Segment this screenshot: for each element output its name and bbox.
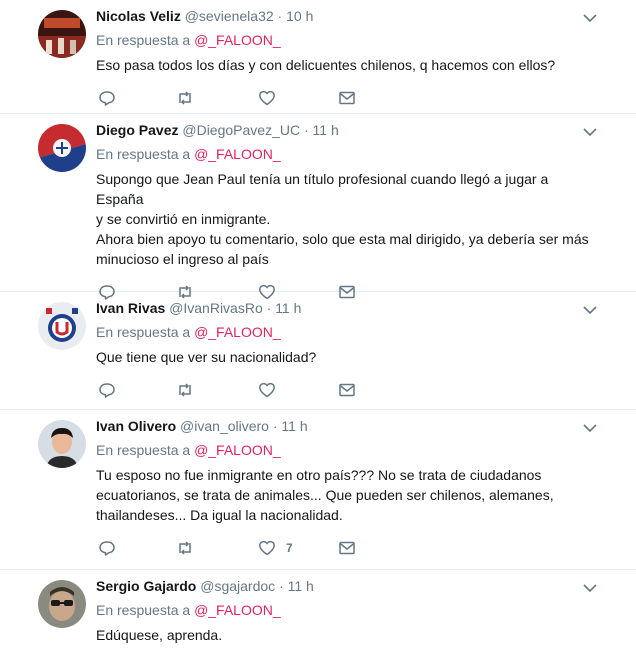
chevron-down-icon[interactable] <box>582 302 598 318</box>
retweet-button[interactable] <box>176 539 194 557</box>
tweet-text: Supongo que Jean Paul tenía un título pr… <box>96 169 596 269</box>
tweet-actions: 7 <box>96 539 596 559</box>
username[interactable]: @IvanRivasRo <box>169 300 263 316</box>
chevron-down-icon[interactable] <box>582 580 598 596</box>
reply-context: En respuesta a @_FALOON_ <box>96 440 596 460</box>
reply-to-link[interactable]: @_FALOON_ <box>194 146 281 162</box>
heart-icon <box>259 90 275 106</box>
envelope-icon <box>339 541 355 555</box>
tweet[interactable]: Ivan Olivero @ivan_olivero · 11 h En res… <box>0 410 636 570</box>
reply-prefix: En respuesta a <box>96 602 191 618</box>
retweet-button[interactable] <box>176 381 194 399</box>
username[interactable]: @ivan_olivero <box>180 418 269 434</box>
reply-button[interactable] <box>98 539 116 557</box>
reply-prefix: En respuesta a <box>96 324 191 340</box>
separator-dot: · <box>277 8 283 24</box>
separator-dot: · <box>279 578 284 594</box>
tweet-text-line: Ahora bien apoyo tu comentario, solo que… <box>96 231 589 247</box>
tweet-text: Edúquese, aprenda. <box>96 625 596 645</box>
reply-icon <box>99 383 115 398</box>
display-name[interactable]: Ivan Olivero <box>96 418 176 434</box>
avatar[interactable] <box>38 124 86 172</box>
avatar[interactable] <box>38 10 86 58</box>
separator-dot: · <box>303 122 309 138</box>
tweet-text-line: minucioso el ingreso al país <box>96 251 269 267</box>
tweet-actions <box>96 381 596 401</box>
tweet-text-line: Tu esposo no fue inmigrante en otro país… <box>96 467 542 483</box>
tweet-text-line: Supongo que Jean Paul tenía un título pr… <box>96 171 549 207</box>
tweet[interactable]: Ivan Rivas @IvanRivasRo · 11 h En respue… <box>0 292 636 410</box>
display-name[interactable]: Nicolas Veliz <box>96 8 181 24</box>
reply-icon <box>99 541 115 556</box>
envelope-icon <box>339 383 355 397</box>
tweet[interactable]: Diego Pavez @DiegoPavez_UC · 11 h En res… <box>0 114 636 300</box>
username[interactable]: @sevienela32 <box>185 8 274 24</box>
tweet-header: Nicolas Veliz @sevienela32 · 10 h <box>96 0 596 26</box>
retweet-icon <box>179 541 191 555</box>
tweet-text-line: ecuatorianos, se trata de animales... Qu… <box>96 487 554 503</box>
tweet-header: Sergio Gajardo @sgajardoc · 11 h <box>96 570 596 596</box>
reply-prefix: En respuesta a <box>96 32 191 48</box>
timestamp[interactable]: 11 h <box>275 300 301 316</box>
tweet-actions <box>96 89 596 109</box>
display-name[interactable]: Diego Pavez <box>96 122 178 138</box>
retweet-icon <box>179 383 191 397</box>
tweet-text-line: y se convirtió en inmigrante. <box>96 211 271 227</box>
reply-to-link[interactable]: @_FALOON_ <box>194 442 281 458</box>
tweet-text-line: Edúquese, aprenda. <box>96 627 223 643</box>
reply-button[interactable] <box>98 381 116 399</box>
like-button[interactable] <box>258 381 286 399</box>
retweet-icon <box>179 91 191 105</box>
reply-button[interactable] <box>98 89 116 107</box>
chevron-down-icon[interactable] <box>582 420 598 436</box>
timestamp[interactable]: 11 h <box>288 578 314 594</box>
reply-to-link[interactable]: @_FALOON_ <box>194 602 281 618</box>
timestamp[interactable]: 10 h <box>286 8 313 24</box>
separator-dot: · <box>272 418 278 434</box>
tweet[interactable]: Sergio Gajardo @sgajardoc · 11 h En resp… <box>0 570 636 656</box>
reply-context: En respuesta a @_FALOON_ <box>96 30 596 50</box>
username[interactable]: @DiegoPavez_UC <box>182 122 300 138</box>
heart-icon <box>259 382 275 398</box>
display-name[interactable]: Sergio Gajardo <box>96 578 196 594</box>
reply-to-link[interactable]: @_FALOON_ <box>194 324 281 340</box>
chevron-down-icon[interactable] <box>582 10 598 26</box>
username[interactable]: @sgajardoc <box>200 578 275 594</box>
chevron-down-icon[interactable] <box>582 124 598 140</box>
tweet-text-line: thailandeses... Da igual la nacionalidad… <box>96 507 343 523</box>
display-name[interactable]: Ivan Rivas <box>96 300 165 316</box>
tweet-text: Eso pasa todos los días y con delicuente… <box>96 55 596 75</box>
reply-to-link[interactable]: @_FALOON_ <box>194 32 281 48</box>
reply-prefix: En respuesta a <box>96 442 191 458</box>
tweet-text-line: Que tiene que ver su nacionalidad? <box>96 349 317 365</box>
reply-context: En respuesta a @_FALOON_ <box>96 144 596 164</box>
direct-message-button[interactable] <box>338 539 356 557</box>
avatar[interactable] <box>38 580 86 628</box>
direct-message-button[interactable] <box>338 381 356 399</box>
tweet-text: Tu esposo no fue inmigrante en otro país… <box>96 465 596 525</box>
reply-icon <box>99 91 115 106</box>
avatar[interactable] <box>38 420 86 468</box>
timestamp[interactable]: 11 h <box>313 122 339 138</box>
heart-icon <box>259 540 275 556</box>
envelope-icon <box>339 91 355 105</box>
reply-prefix: En respuesta a <box>96 146 191 162</box>
tweet-header: Ivan Olivero @ivan_olivero · 11 h <box>96 410 596 436</box>
like-count: 7 <box>286 541 293 555</box>
retweet-button[interactable] <box>176 89 194 107</box>
direct-message-button[interactable] <box>338 89 356 107</box>
avatar[interactable] <box>38 302 86 350</box>
separator-dot: · <box>266 300 272 316</box>
reply-context: En respuesta a @_FALOON_ <box>96 600 596 620</box>
reply-context: En respuesta a @_FALOON_ <box>96 322 596 342</box>
tweet-text-line: Eso pasa todos los días y con delicuente… <box>96 57 556 73</box>
tweet-header: Ivan Rivas @IvanRivasRo · 11 h <box>96 292 596 318</box>
tweet[interactable]: Nicolas Veliz @sevienela32 · 10 h En res… <box>0 0 636 114</box>
like-button[interactable]: 7 <box>258 539 293 557</box>
tweet-text: Que tiene que ver su nacionalidad? <box>96 347 596 367</box>
like-button[interactable] <box>258 89 286 107</box>
tweet-header: Diego Pavez @DiegoPavez_UC · 11 h <box>96 114 596 140</box>
timestamp[interactable]: 11 h <box>281 418 307 434</box>
